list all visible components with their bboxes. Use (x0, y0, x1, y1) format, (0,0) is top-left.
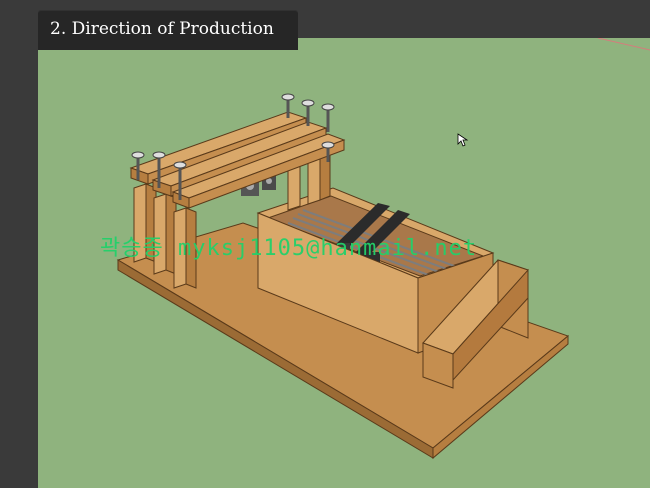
wooden-jig-illustration (116, 38, 650, 460)
pointer-cursor-icon (457, 133, 469, 147)
title-banner: 2. Direction of Production (38, 10, 298, 50)
slide-title: 2. Direction of Production (50, 19, 274, 39)
sketch-viewport[interactable] (38, 38, 650, 488)
left-dark-border (0, 0, 38, 488)
slide: 곽승종 myksj1105@hanmail.net 2. Direction o… (0, 0, 650, 488)
axis-line (597, 38, 650, 51)
watermark-text: 곽승종 myksj1105@hanmail.net (100, 236, 478, 261)
